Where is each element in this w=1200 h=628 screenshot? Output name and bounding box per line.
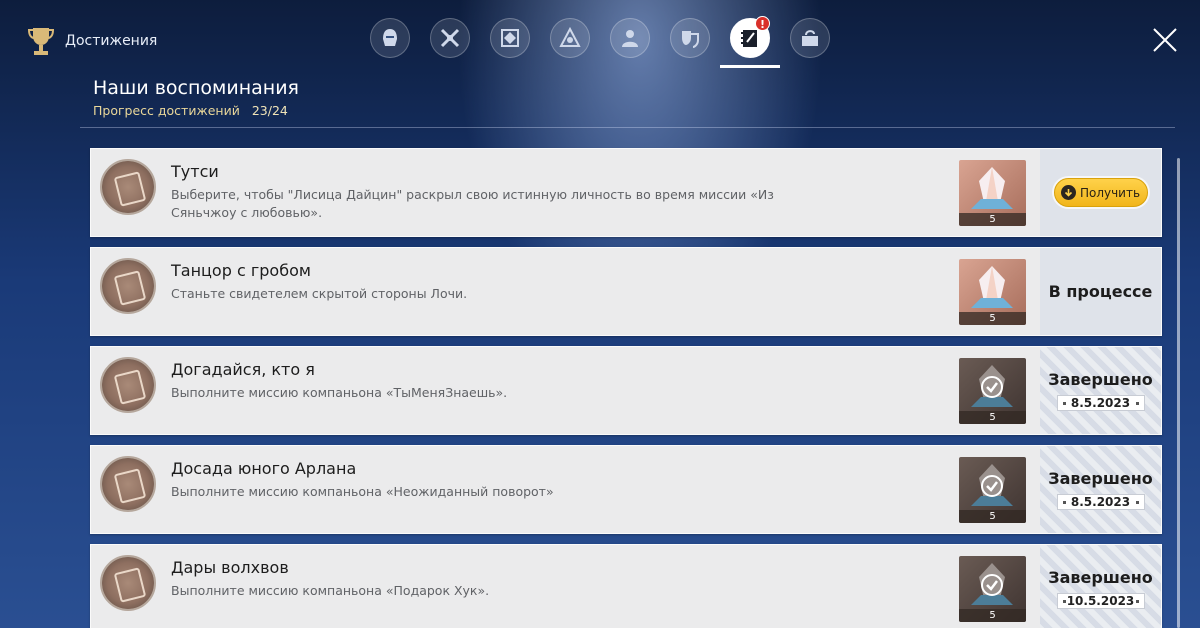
achievement-card: Досада юного Арлана Выполните миссию ком… [90, 445, 1162, 534]
knight-helmet-icon [383, 29, 397, 46]
claim-label: Получить [1079, 185, 1141, 200]
achievement-title: Досада юного Арлана [171, 459, 357, 478]
achievement-medal-icon [100, 555, 156, 611]
claimed-crystal-icon [971, 563, 1013, 605]
achievement-medal-icon [100, 258, 156, 314]
achievement-medal-icon [100, 357, 156, 413]
tab-knight[interactable] [360, 18, 420, 66]
crossed-swords-icon [440, 28, 460, 48]
arrow-down-icon [1060, 185, 1076, 200]
status-panel: Завершено 10.5.2023 [1040, 545, 1161, 628]
claimed-crystal-icon [971, 464, 1013, 506]
top-bar: Достижения ! [0, 0, 1200, 80]
tab-masks[interactable] [660, 18, 720, 66]
tab-character[interactable] [600, 18, 660, 66]
alert-badge: ! [755, 16, 770, 31]
tab-crest[interactable] [480, 18, 540, 66]
status-text: Завершено [1048, 469, 1153, 488]
status-text: В процессе [1048, 282, 1153, 301]
page-title: Достижения [65, 33, 158, 49]
claimed-crystal-icon [971, 365, 1013, 407]
achievement-progress: Прогресс достижений 23/24 [93, 103, 288, 118]
reward-item[interactable]: 5 [959, 358, 1026, 424]
reward-item[interactable]: 5 [959, 259, 1026, 325]
reward-quantity: 5 [959, 510, 1026, 523]
scrollbar[interactable] [1177, 158, 1180, 628]
reward-quantity: 5 [959, 411, 1026, 424]
achievement-medal-icon [100, 159, 156, 215]
notebook-icon [741, 30, 757, 47]
status-text: Завершено [1048, 370, 1153, 389]
close-icon[interactable] [1152, 27, 1178, 53]
tab-notebook[interactable]: ! [720, 16, 780, 68]
achievement-card: Дары волхвов Выполните миссию компаньона… [90, 544, 1162, 628]
status-panel: Завершено 8.5.2023 [1040, 347, 1161, 434]
achievement-title: Танцор с гробом [171, 261, 311, 280]
achievement-title: Дары волхвов [171, 558, 289, 577]
status-panel: Завершено 8.5.2023 [1040, 446, 1161, 533]
achievement-description: Выберите, чтобы "Лисица Дайцин" раскрыл … [171, 187, 774, 220]
achievement-list: Тутси Выберите, чтобы "Лисица Дайцин" ра… [90, 148, 1162, 628]
reward-item[interactable]: 5 [959, 556, 1026, 622]
masks-icon [682, 31, 699, 48]
tab-emblem[interactable] [540, 18, 600, 66]
reward-item[interactable]: 5 [959, 160, 1026, 226]
reward-quantity: 5 [959, 312, 1026, 325]
achievement-card: Танцор с гробом Станьте свидетелем скрыт… [90, 247, 1162, 336]
achievement-description: Выполните миссию компаньона «Неожиданный… [171, 484, 554, 499]
header-divider [80, 127, 1175, 128]
status-panel: Получить [1040, 149, 1161, 236]
achievement-card: Догадайся, кто я Выполните миссию компан… [90, 346, 1162, 435]
triangle-emblem-icon [559, 27, 581, 47]
status-text: Завершено [1048, 568, 1153, 587]
achievement-description: Станьте свидетелем скрытой стороны Лочи. [171, 286, 468, 301]
completion-date: 8.5.2023 [1056, 395, 1145, 411]
trophy-icon [28, 28, 54, 55]
tab-battle[interactable] [420, 18, 480, 66]
completion-date: 10.5.2023 [1056, 593, 1145, 609]
achievement-description: Выполните миссию компаньона «ТыМеняЗнаеш… [171, 385, 508, 400]
progress-label: Прогресс достижений [93, 103, 240, 118]
reward-quantity: 5 [959, 213, 1026, 226]
reward-quantity: 5 [959, 609, 1026, 622]
tab-puzzle[interactable] [780, 18, 840, 66]
completion-date: 8.5.2023 [1056, 494, 1145, 510]
achievement-medal-icon [100, 456, 156, 512]
achievement-card: Тутси Выберите, чтобы "Лисица Дайцин" ра… [90, 148, 1162, 237]
status-panel: В процессе [1040, 248, 1161, 335]
puzzle-icon [802, 30, 818, 46]
achievement-title: Догадайся, кто я [171, 360, 315, 379]
achievement-title: Тутси [171, 162, 219, 181]
progress-value: 23/24 [251, 103, 288, 118]
crest-icon [501, 29, 519, 47]
category-tabs: ! [360, 16, 840, 68]
character-icon [622, 30, 638, 47]
crystal-icon [971, 266, 1013, 308]
section-title: Наши воспоминания [93, 77, 299, 99]
claim-button[interactable]: Получить [1053, 178, 1148, 207]
achievement-description: Выполните миссию компаньона «Подарок Хук… [171, 583, 490, 598]
crystal-icon [971, 167, 1013, 209]
reward-item[interactable]: 5 [959, 457, 1026, 523]
